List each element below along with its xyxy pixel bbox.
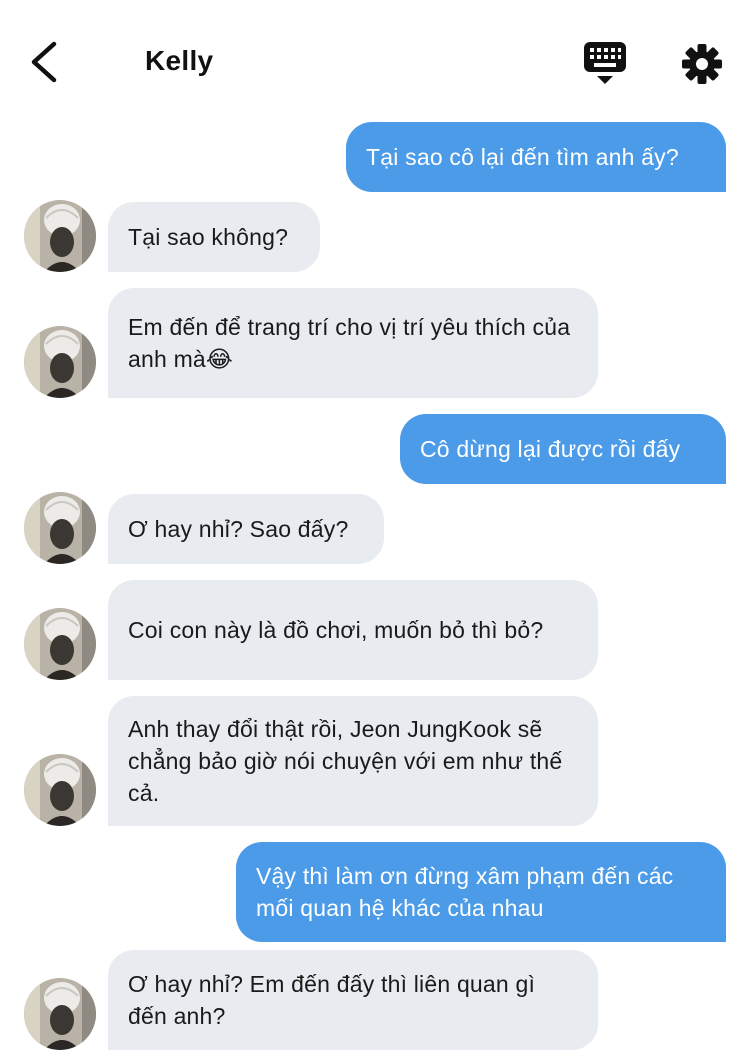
- incoming-message[interactable]: Em đến để trang trí cho vị trí yêu thích…: [108, 288, 598, 398]
- message-text: Ơ hay nhỉ? Em đến đấy thì liên quan gì đ…: [128, 971, 536, 1029]
- message-text: Anh thay đổi thật rồi, Jeon JungKook sẽ …: [128, 716, 563, 806]
- incoming-message[interactable]: Tại sao không?: [108, 202, 320, 272]
- contact-avatar[interactable]: [24, 754, 96, 826]
- contact-avatar[interactable]: [24, 200, 96, 272]
- settings-button[interactable]: [680, 42, 724, 86]
- message-text: Cô dừng lại được rồi đấy: [420, 436, 681, 462]
- avatar-image: [24, 326, 96, 398]
- contact-avatar[interactable]: [24, 978, 96, 1050]
- message-text: Em đến để trang trí cho vị trí yêu thích…: [128, 314, 571, 372]
- contact-name[interactable]: Kelly: [145, 45, 213, 77]
- keyboard-button[interactable]: [582, 40, 630, 86]
- message-text: Vậy thì làm ơn đừng xâm phạm đến các mối…: [256, 863, 674, 921]
- outgoing-message[interactable]: Tại sao cô lại đến tìm anh ấy?: [346, 122, 726, 192]
- message-text: Ơ hay nhỉ? Sao đấy?: [128, 516, 349, 542]
- incoming-message[interactable]: Ơ hay nhỉ? Sao đấy?: [108, 494, 384, 564]
- outgoing-message[interactable]: Vậy thì làm ơn đừng xâm phạm đến các mối…: [236, 842, 726, 942]
- message-text: Coi con này là đồ chơi, muốn bỏ thì bỏ?: [128, 617, 544, 643]
- back-button[interactable]: [22, 38, 66, 86]
- avatar-image: [24, 492, 96, 564]
- chat-header: Kelly: [0, 0, 750, 120]
- incoming-message[interactable]: Coi con này là đồ chơi, muốn bỏ thì bỏ?: [108, 580, 598, 680]
- avatar-image: [24, 754, 96, 826]
- contact-avatar[interactable]: [24, 608, 96, 680]
- avatar-image: [24, 608, 96, 680]
- contact-avatar[interactable]: [24, 492, 96, 564]
- contact-avatar[interactable]: [24, 326, 96, 398]
- avatar-image: [24, 978, 96, 1050]
- incoming-message[interactable]: Ơ hay nhỉ? Em đến đấy thì liên quan gì đ…: [108, 950, 598, 1050]
- keyboard-icon: [584, 42, 626, 84]
- incoming-message[interactable]: Anh thay đổi thật rồi, Jeon JungKook sẽ …: [108, 696, 598, 826]
- message-text: Tại sao không?: [128, 224, 289, 250]
- chevron-left-icon: [31, 41, 57, 83]
- gear-icon: [682, 44, 722, 84]
- outgoing-message[interactable]: Cô dừng lại được rồi đấy: [400, 414, 726, 484]
- message-text: Tại sao cô lại đến tìm anh ấy?: [366, 144, 679, 170]
- avatar-image: [24, 200, 96, 272]
